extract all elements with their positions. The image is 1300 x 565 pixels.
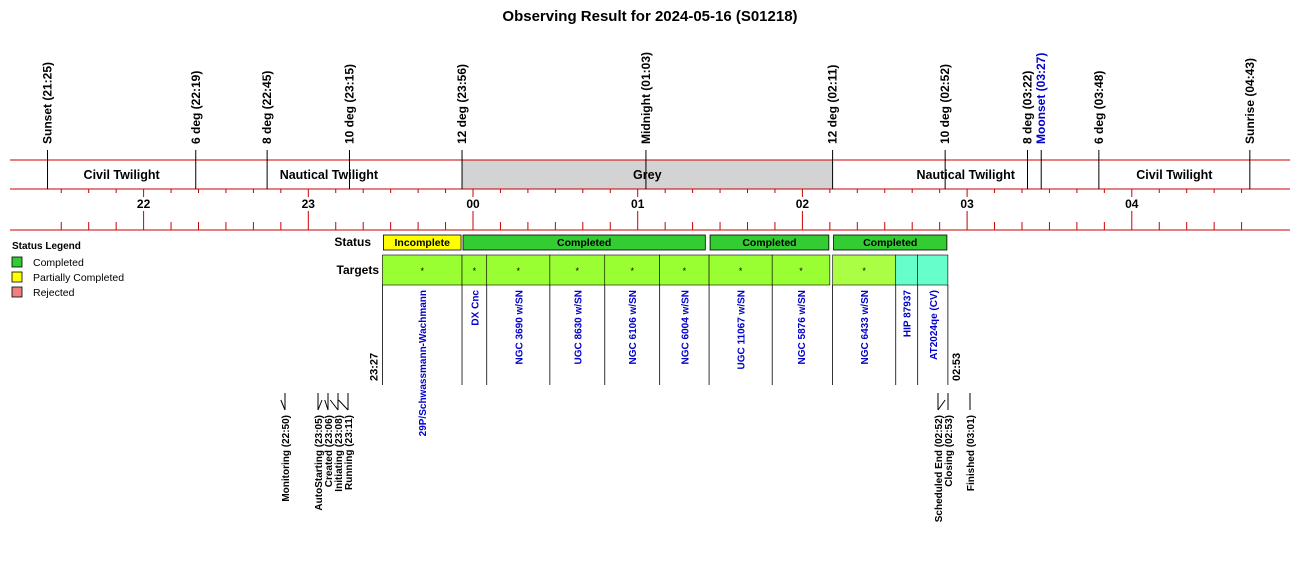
status-block-label: Completed [863, 237, 917, 249]
twilight-band-label: Nautical Twilight [917, 168, 1016, 182]
event-label: Finished (03:01) [966, 415, 977, 491]
sun-event-label: 12 deg (23:56) [455, 64, 469, 144]
twilight-band-label: Civil Twilight [84, 168, 161, 182]
sun-event-label: 12 deg (02:11) [826, 65, 840, 144]
target-name: HIP 87937 [903, 290, 914, 338]
sun-event-label: 8 deg (22:45) [260, 71, 274, 144]
twilight-band-label: Nautical Twilight [280, 168, 379, 182]
twilight-band-label: Civil Twilight [1136, 168, 1213, 182]
status-block-label: Incomplete [394, 237, 450, 249]
target-marker: * [862, 266, 866, 276]
target-name: NGC 5876 w/SN [797, 290, 808, 364]
sun-event-label: Sunrise (04:43) [1243, 58, 1257, 144]
target-marker: * [576, 266, 580, 276]
end-time-label: 02:53 [951, 353, 963, 381]
target-name: NGC 3690 w/SN [514, 290, 525, 364]
chart-title: Observing Result for 2024-05-16 (S01218) [502, 8, 797, 25]
legend-label-partial: Partially Completed [33, 272, 124, 284]
event-connector [280, 399, 286, 411]
target-name: UGC 8630 w/SN [573, 290, 584, 364]
sun-event-label: Sunset (21:25) [41, 62, 55, 144]
target-name: AT2024qe (CV) [929, 290, 940, 360]
legend-label-completed: Completed [33, 257, 84, 269]
event-label: Closing (02:53) [944, 415, 955, 487]
sun-event-label: 6 deg (03:48) [1092, 71, 1106, 144]
sun-event-label: 6 deg (22:19) [189, 71, 203, 144]
status-block-label: Completed [557, 237, 611, 249]
event-connector [317, 399, 323, 411]
hour-label: 02 [796, 197, 810, 211]
hour-label: 03 [960, 197, 974, 211]
target-marker: * [420, 266, 424, 276]
targets-row-label: Targets [337, 263, 380, 277]
sun-event-label: 10 deg (23:15) [342, 64, 356, 144]
hour-label: 04 [1125, 197, 1139, 211]
target-name: UGC 11067 w/SN [737, 290, 748, 369]
twilight-band-label: Grey [633, 168, 662, 182]
target-marker: * [799, 266, 803, 276]
status-block-label: Completed [742, 237, 796, 249]
target-marker: * [473, 266, 477, 276]
target-marker: * [517, 266, 521, 276]
target-block [895, 254, 918, 286]
target-block [917, 254, 949, 286]
event-connector [329, 399, 339, 411]
target-name: NGC 6106 w/SN [628, 290, 639, 364]
hour-label: 01 [631, 197, 645, 211]
target-name: NGC 6433 w/SN [860, 290, 871, 364]
event-label: Running (23:11) [344, 415, 355, 490]
legend-swatch-completed [11, 256, 23, 268]
timeline-marks: Civil Twilight Nautical Twilight Grey Nauti… [10, 52, 1290, 522]
legend-swatch-partial [11, 271, 23, 283]
target-name: DX Cnc [470, 290, 481, 326]
event-connector [937, 399, 946, 411]
event-connector [338, 399, 349, 411]
observing-timeline-chart: Observing Result for 2024-05-16 (S01218)… [10, 8, 1290, 522]
status-legend: Status Legend Completed Partially Comple… [11, 241, 124, 299]
target-marker: * [630, 266, 634, 276]
target-marker: * [739, 266, 743, 276]
event-label: Monitoring (22:50) [281, 415, 292, 502]
legend-swatch-rejected [11, 286, 23, 298]
status-row-label: Status [334, 235, 371, 249]
start-time-label: 23:27 [368, 353, 380, 381]
target-name: 29P/Schwassmann-Wachmann [418, 290, 429, 436]
sun-event-label: 8 deg (03:22) [1020, 71, 1034, 144]
target-name: NGC 6004 w/SN [680, 290, 691, 364]
legend-title: Status Legend [12, 241, 81, 252]
hour-label: 23 [302, 197, 316, 211]
legend-label-rejected: Rejected [33, 287, 75, 299]
target-marker: * [683, 266, 687, 276]
moonset-label: Moonset (03:27) [1034, 53, 1048, 144]
sun-event-label: Midnight (01:03) [639, 52, 653, 144]
hour-label: 00 [466, 197, 480, 211]
hour-label: 22 [137, 197, 151, 211]
sun-event-label: 10 deg (02:52) [938, 64, 952, 144]
